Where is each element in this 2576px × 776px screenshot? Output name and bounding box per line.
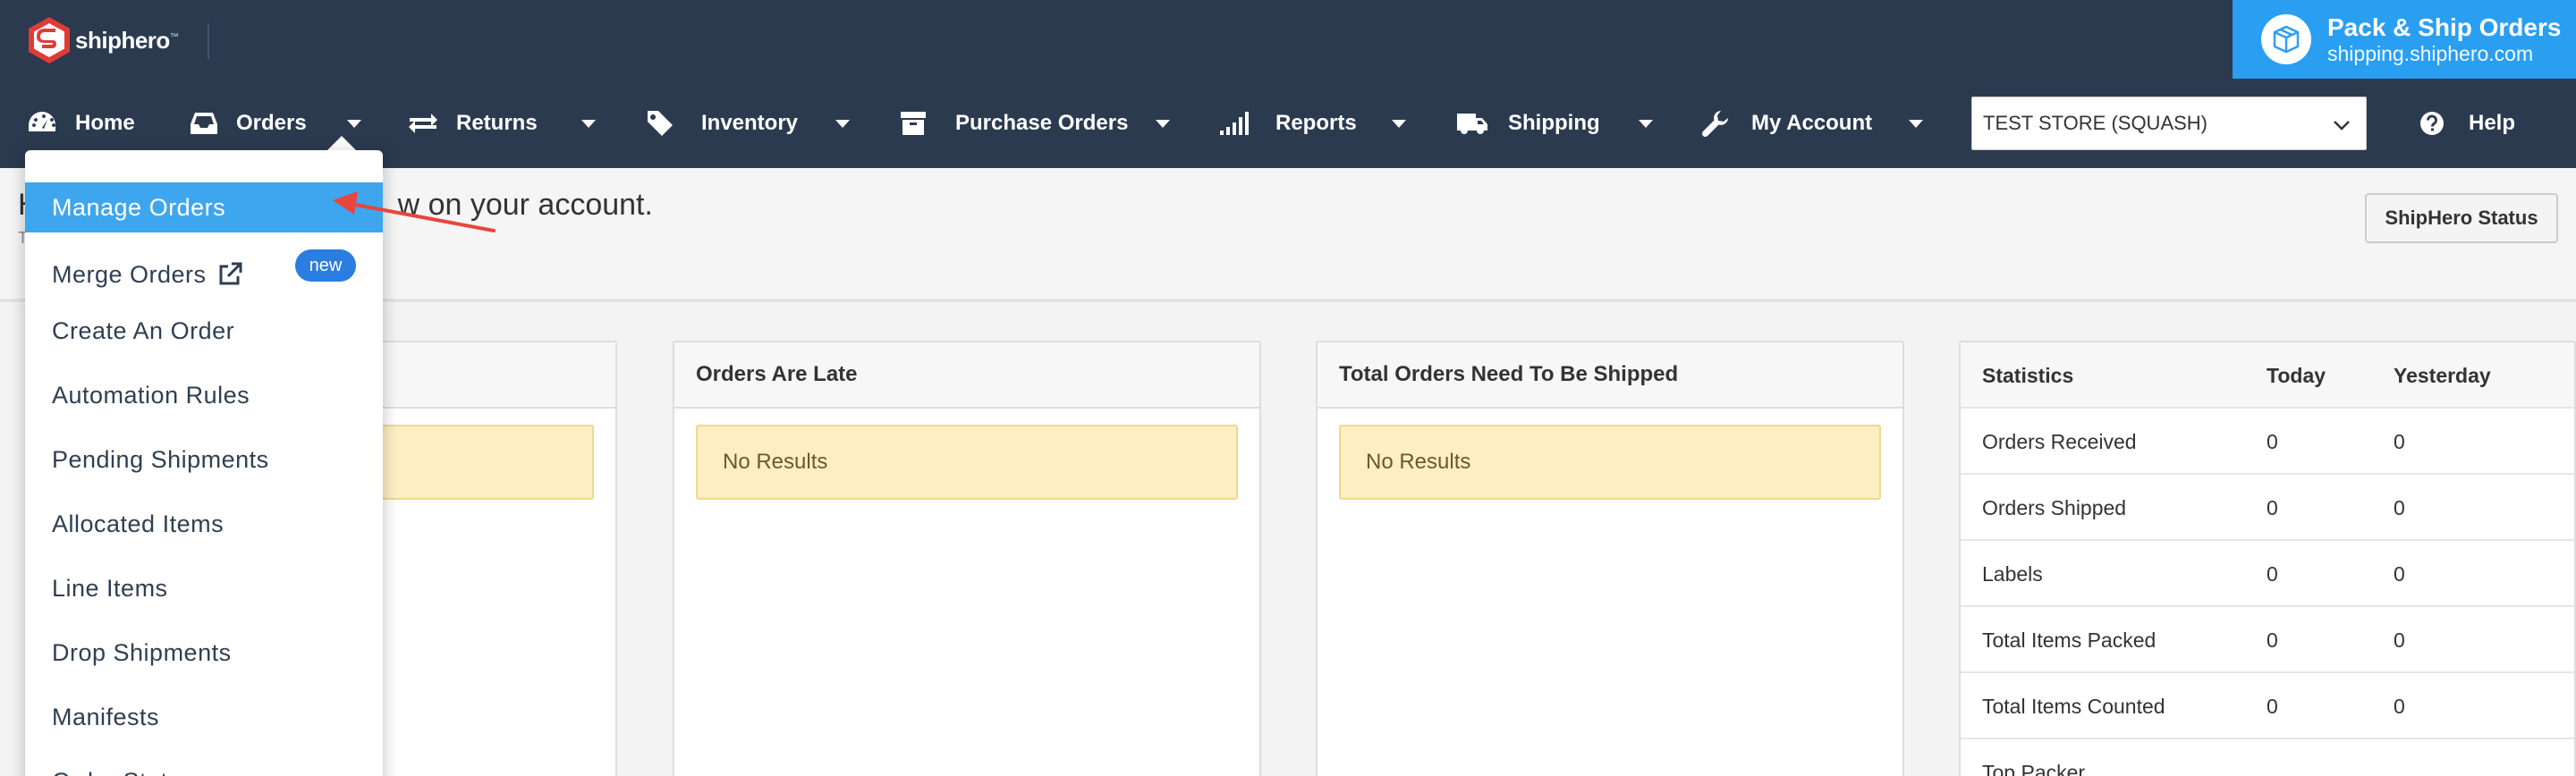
archive-icon <box>901 112 926 135</box>
main-nav: Home Orders Returns Inventory Purchase O… <box>0 79 2576 168</box>
stat-label: Top Packer <box>1982 761 2086 776</box>
dropdown-pointer <box>327 136 356 150</box>
stat-yesterday: 0 <box>2394 695 2405 718</box>
statistics-header-today: Today <box>2267 364 2326 387</box>
shiphero-logo-icon <box>29 17 70 63</box>
tags-icon <box>648 111 673 136</box>
nav-my-account[interactable]: My Account <box>1701 79 1872 168</box>
shipping-caret-icon[interactable] <box>1639 120 1653 128</box>
nav-purchase-orders-label: Purchase Orders <box>955 111 1129 135</box>
stat-yesterday: 0 <box>2394 562 2405 586</box>
menu-item-merge-orders-label: Merge Orders <box>52 260 207 288</box>
orders-dropdown-menu: Manage Orders Merge Orders new Create An… <box>25 150 383 776</box>
package-icon <box>2261 14 2311 64</box>
menu-item-manifests[interactable]: Manifests <box>25 690 383 744</box>
new-badge: new <box>295 249 356 282</box>
page-header: Hw on your account. T ShipHero Status <box>0 168 2576 302</box>
inbox-icon <box>191 113 217 134</box>
nav-shipping-label: Shipping <box>1508 111 1600 135</box>
store-select[interactable]: TEST STORE (SQUASH) <box>1971 97 2367 150</box>
nav-home-label: Home <box>75 111 135 135</box>
statistics-header-row: Statistics Today Yesterday <box>1961 342 2574 409</box>
stat-yesterday: 0 <box>2394 430 2405 453</box>
pack-ship-title: Pack & Ship Orders <box>2327 13 2562 41</box>
nav-returns[interactable]: Returns <box>408 79 538 168</box>
stat-today: 0 <box>2267 496 2278 519</box>
nav-reports-label: Reports <box>1275 111 1357 135</box>
stat-yesterday: 0 <box>2394 628 2405 652</box>
orders-caret-icon[interactable] <box>347 120 361 128</box>
truck-icon <box>1457 114 1487 134</box>
nav-my-account-label: My Account <box>1751 111 1873 135</box>
menu-item-order-statuses[interactable]: Order Statuses <box>25 755 383 776</box>
pack-ship-orders-link[interactable]: Pack & Ship Orders shipping.shiphero.com <box>2233 0 2576 79</box>
table-row: Top Packer <box>1961 739 2574 776</box>
table-row: Total Items Counted 0 0 <box>1961 673 2574 739</box>
stat-today: 0 <box>2267 562 2278 586</box>
stat-label: Orders Received <box>1982 430 2137 453</box>
menu-item-drop-shipments[interactable]: Drop Shipments <box>25 626 383 679</box>
stat-yesterday: 0 <box>2394 496 2405 519</box>
shiphero-status-button[interactable]: ShipHero Status <box>2365 193 2558 243</box>
reports-caret-icon[interactable] <box>1392 120 1406 128</box>
table-row: Orders Received 0 0 <box>1961 409 2574 475</box>
purchase-orders-caret-icon[interactable] <box>1156 120 1170 128</box>
external-link-icon <box>219 262 242 285</box>
exchange-icon <box>409 114 437 133</box>
panel-orders-to-ship-title: Total Orders Need To Be Shipped <box>1318 342 1902 409</box>
table-row: Labels 0 0 <box>1961 541 2574 607</box>
shiphero-logo[interactable]: shiphero™ <box>27 16 179 64</box>
stat-today: 0 <box>2267 695 2278 718</box>
stat-label: Total Items Packed <box>1982 628 2157 652</box>
menu-item-line-items[interactable]: Line Items <box>25 561 383 615</box>
nav-help-label: Help <box>2469 111 2516 135</box>
my-account-caret-icon[interactable] <box>1909 120 1923 128</box>
returns-caret-icon[interactable] <box>581 120 596 128</box>
panel-orders-to-ship-empty: No Results <box>1339 425 1881 500</box>
question-circle-icon <box>2420 112 2444 135</box>
statistics-header-label: Statistics <box>1982 364 2074 387</box>
stat-today: 0 <box>2267 628 2278 652</box>
welcome-suffix: w on your account. <box>397 188 653 222</box>
panel-orders-late: Orders Are Late No Results <box>673 341 1261 776</box>
nav-help[interactable]: Help <box>2419 79 2515 168</box>
stat-label: Total Items Counted <box>1982 695 2165 718</box>
store-select-value: TEST STORE (SQUASH) <box>1983 112 2208 134</box>
pack-ship-url: shipping.shiphero.com <box>2327 42 2534 65</box>
stat-label: Labels <box>1982 562 2043 586</box>
nav-inventory-label: Inventory <box>701 111 799 135</box>
nav-returns-label: Returns <box>456 111 538 135</box>
menu-item-create-order[interactable]: Create An Order <box>25 304 383 358</box>
inventory-caret-icon[interactable] <box>835 120 850 128</box>
chevron-down-icon <box>2334 121 2350 131</box>
menu-item-pending-shipments[interactable]: Pending Shipments <box>25 433 383 486</box>
table-row: Total Items Packed 0 0 <box>1961 607 2574 673</box>
panel-orders-late-title: Orders Are Late <box>674 342 1259 409</box>
menu-item-manage-orders[interactable]: Manage Orders <box>25 182 383 232</box>
logo-text: shiphero <box>75 26 170 54</box>
wrench-icon <box>1701 111 1728 138</box>
panel-orders-to-ship: Total Orders Need To Be Shipped No Resul… <box>1316 341 1904 776</box>
stat-label: Orders Shipped <box>1982 496 2127 519</box>
topbar-divider <box>208 23 209 59</box>
nav-inventory[interactable]: Inventory <box>646 79 798 168</box>
nav-shipping[interactable]: Shipping <box>1456 79 1600 168</box>
menu-item-automation-rules[interactable]: Automation Rules <box>25 368 383 422</box>
panel-orders-late-empty: No Results <box>696 425 1238 500</box>
nav-orders-label: Orders <box>236 111 307 135</box>
trademark: ™ <box>169 31 179 42</box>
nav-reports[interactable]: Reports <box>1220 79 1357 168</box>
menu-item-allocated-items[interactable]: Allocated Items <box>25 497 383 551</box>
table-row: Orders Shipped 0 0 <box>1961 475 2574 541</box>
dashboard-icon <box>29 112 55 131</box>
top-bar: shiphero™ Pack & Ship Orders shipping.sh… <box>0 0 2576 79</box>
statistics-header-yesterday: Yesterday <box>2394 364 2491 387</box>
stat-today: 0 <box>2267 430 2278 453</box>
nav-purchase-orders[interactable]: Purchase Orders <box>900 79 1128 168</box>
statistics-table: Statistics Today Yesterday Orders Receiv… <box>1959 341 2576 776</box>
signal-bars-icon <box>1220 112 1249 135</box>
